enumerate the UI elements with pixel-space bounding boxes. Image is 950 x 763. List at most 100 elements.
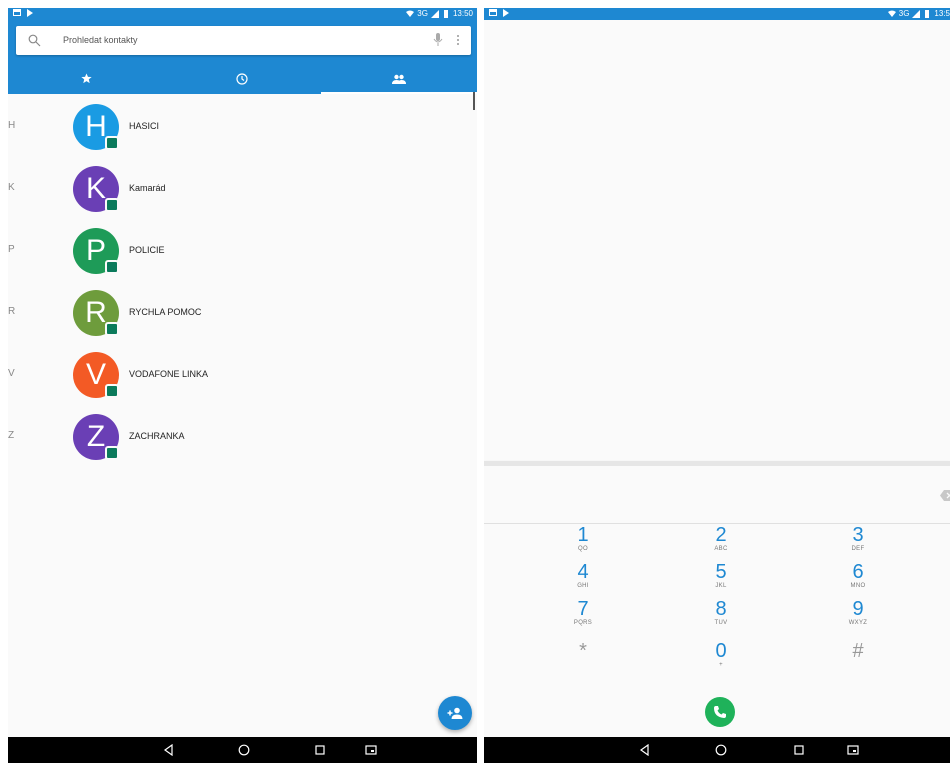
sim-badge-icon <box>105 384 119 398</box>
screenshot-icon[interactable] <box>365 744 377 756</box>
key-digit: # <box>852 640 864 662</box>
contact-name: Kamarád <box>129 183 166 193</box>
key-digit: 7 <box>577 598 589 620</box>
dial-key[interactable]: 0 + <box>691 641 751 668</box>
dial-key[interactable]: 4 GHI <box>553 562 613 589</box>
notification-icon <box>489 9 497 16</box>
wifi-icon <box>887 10 896 17</box>
dialed-digits-field[interactable] <box>484 466 950 524</box>
navigation-bar <box>484 737 950 763</box>
dial-key[interactable]: 1 QO <box>553 525 613 552</box>
section-letter: K <box>8 182 15 193</box>
sim-badge-icon <box>105 322 119 336</box>
microphone-icon[interactable] <box>433 33 443 47</box>
key-digit: 8 <box>715 598 727 620</box>
key-letters: MNO <box>850 583 866 589</box>
network-type: 3G <box>898 9 910 18</box>
section-letter: Z <box>8 430 15 441</box>
key-digit: 9 <box>852 598 864 620</box>
status-bar: 3G 13:5 <box>484 8 950 20</box>
more-options-icon[interactable] <box>455 33 461 47</box>
key-letters: DEF <box>851 546 865 552</box>
tab-bar <box>8 63 477 94</box>
back-icon[interactable] <box>639 744 651 756</box>
tab-recents[interactable] <box>164 63 320 94</box>
contact-row[interactable]: Z Z ZACHRANKA <box>8 404 477 466</box>
key-digit: 0 <box>715 640 727 662</box>
recent-apps-icon[interactable] <box>314 744 326 756</box>
contact-name: ZACHRANKA <box>129 431 185 441</box>
add-contact-button[interactable] <box>438 696 472 730</box>
key-digit: 5 <box>715 561 727 583</box>
dial-key[interactable]: 3 DEF <box>828 525 888 552</box>
contact-row[interactable]: K K Kamarád <box>8 156 477 218</box>
key-digit: 1 <box>577 524 589 546</box>
app-bar: Prohledat kontakty <box>8 20 477 94</box>
dialer-empty-area <box>484 20 950 465</box>
sim-badge-icon <box>105 446 119 460</box>
backspace-icon[interactable] <box>940 490 950 501</box>
search-icon <box>28 34 41 47</box>
star-icon <box>81 73 92 84</box>
key-digit: 4 <box>577 561 589 583</box>
dial-key[interactable]: 6 MNO <box>828 562 888 589</box>
tab-contacts[interactable] <box>320 63 477 94</box>
key-letters: WXYZ <box>848 620 868 626</box>
tab-favorites[interactable] <box>8 63 164 94</box>
navigation-bar <box>8 737 477 763</box>
key-letters: + <box>719 662 723 668</box>
key-letters: PQRS <box>573 620 593 626</box>
contact-name: RYCHLA POMOC <box>129 307 202 317</box>
status-bar: 3G 13:50 <box>8 8 477 20</box>
contact-row[interactable]: P P POLICIE <box>8 218 477 280</box>
wifi-icon <box>406 10 415 17</box>
contact-row[interactable]: R R RYCHLA POMOC <box>8 280 477 342</box>
contact-row[interactable]: H H HASICI <box>8 94 477 156</box>
signal-icon <box>912 9 921 18</box>
key-letters: ABC <box>714 546 728 552</box>
section-letter: H <box>8 120 16 131</box>
add-person-icon <box>447 707 463 719</box>
play-store-icon <box>27 9 33 17</box>
key-digit: 6 <box>852 561 864 583</box>
notification-icon <box>13 9 21 16</box>
battery-icon <box>925 9 930 18</box>
sim-badge-icon <box>105 198 119 212</box>
search-placeholder: Prohledat kontakty <box>63 35 138 45</box>
home-icon[interactable] <box>238 744 250 756</box>
battery-icon <box>443 9 448 18</box>
screenshot-icon[interactable] <box>847 744 859 756</box>
call-button[interactable] <box>705 697 735 727</box>
section-letter: P <box>8 244 15 255</box>
contacts-screen: 3G 13:50 Prohledat kontakty H H HASICI K K Ka… <box>8 8 477 763</box>
clock-icon <box>236 72 249 85</box>
contact-name: HASICI <box>129 121 160 131</box>
clock-time: 13:5 <box>934 9 950 18</box>
key-letters: JKL <box>715 583 727 589</box>
phone-icon <box>714 706 726 718</box>
sim-badge-icon <box>105 136 119 150</box>
home-icon[interactable] <box>715 744 727 756</box>
back-icon[interactable] <box>163 744 175 756</box>
signal-icon <box>430 9 439 18</box>
dial-key[interactable]: 5 JKL <box>691 562 751 589</box>
contact-name: POLICIE <box>129 245 165 255</box>
key-digit: * <box>579 640 587 662</box>
clock-time: 13:50 <box>452 9 473 18</box>
section-letter: V <box>8 368 15 379</box>
network-type: 3G <box>417 9 428 18</box>
dial-key[interactable]: # <box>828 641 888 662</box>
key-letters: TUV <box>714 620 728 626</box>
dial-key[interactable]: 7 PQRS <box>553 599 613 626</box>
key-letters: GHI <box>577 583 589 589</box>
dial-key[interactable]: 9 WXYZ <box>828 599 888 626</box>
play-store-icon <box>503 9 509 17</box>
section-letter: R <box>8 306 16 317</box>
recent-apps-icon[interactable] <box>793 744 805 756</box>
key-digit: 2 <box>715 524 727 546</box>
dial-key[interactable]: 8 TUV <box>691 599 751 626</box>
dial-key[interactable]: * <box>553 641 613 662</box>
dial-key[interactable]: 2 ABC <box>691 525 751 552</box>
search-input[interactable]: Prohledat kontakty <box>16 26 471 55</box>
contact-row[interactable]: V V VODAFONE LINKA <box>8 342 477 404</box>
